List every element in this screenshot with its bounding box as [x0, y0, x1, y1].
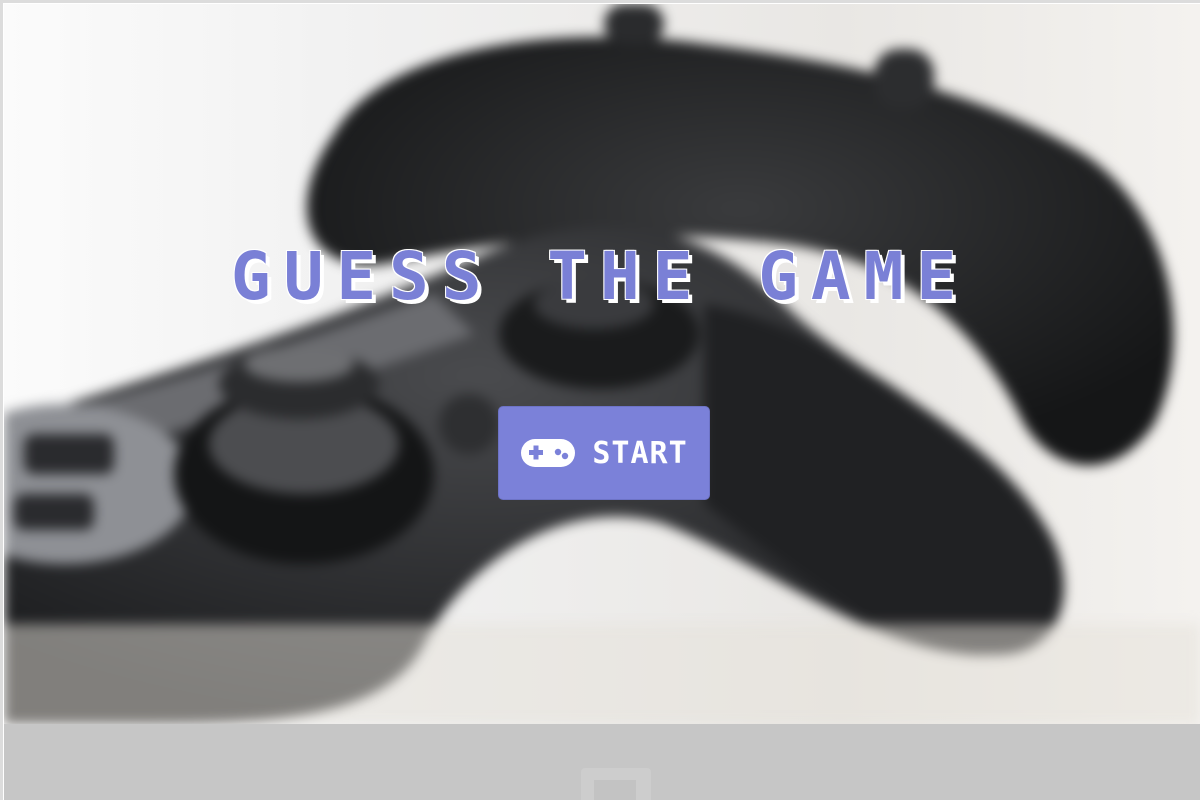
- bottom-placeholder: [581, 768, 651, 800]
- gamepad-icon: [521, 439, 576, 467]
- bottom-bar: [4, 724, 1200, 800]
- hero-background: [4, 4, 1200, 724]
- controllers-background-image: [4, 4, 1200, 724]
- start-button[interactable]: START: [498, 406, 710, 500]
- page-title: GUESS THE GAME: [230, 238, 970, 315]
- start-button-label: START: [592, 435, 688, 471]
